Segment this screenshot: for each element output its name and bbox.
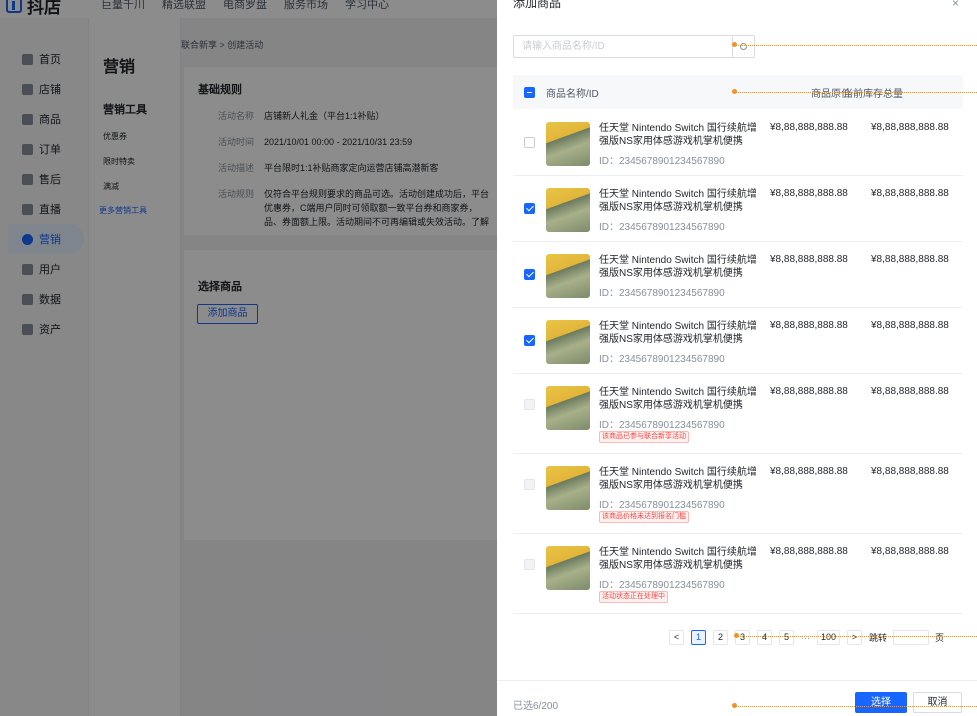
- row-checkbox[interactable]: [524, 335, 535, 346]
- table-row[interactable]: 任天堂 Nintendo Switch 国行续航增强版NS家用体感游戏机掌机便携…: [513, 242, 963, 308]
- page-unit: 页: [935, 633, 945, 643]
- close-icon[interactable]: ×: [952, 0, 959, 10]
- annotation-dot: [734, 633, 739, 638]
- drawer-footer: 已选6/200 选择 取消: [497, 680, 977, 716]
- table-row[interactable]: 任天堂 Nintendo Switch 国行续航增强版NS家用体感游戏机掌机便携…: [513, 534, 963, 614]
- product-thumbnail: [546, 386, 590, 430]
- product-thumbnail: [546, 466, 590, 510]
- product-id: ID：2345678901234567890: [599, 156, 725, 167]
- table-row[interactable]: 任天堂 Nintendo Switch 国行续航增强版NS家用体感游戏机掌机便携…: [513, 374, 963, 454]
- product-stock: ¥8,88,888,888.88: [871, 188, 949, 199]
- page-button[interactable]: 100: [817, 630, 841, 645]
- product-id: ID：2345678901234567890: [599, 500, 725, 511]
- page-ellipsis[interactable]: ···: [801, 633, 810, 643]
- next-page-button[interactable]: >: [847, 630, 863, 645]
- product-id: ID：2345678901234567890: [599, 222, 725, 233]
- search-placeholder: 请输入商品名称/ID: [522, 41, 605, 52]
- table-row[interactable]: 任天堂 Nintendo Switch 国行续航增强版NS家用体感游戏机掌机便携…: [513, 176, 963, 242]
- selected-count: 已选6/200: [513, 701, 559, 712]
- product-price: ¥8,88,888,888.88: [770, 122, 848, 133]
- product-stock: ¥8,88,888,888.88: [871, 386, 949, 397]
- annotation-dot: [732, 89, 737, 94]
- modal-overlay[interactable]: [0, 0, 497, 716]
- product-name: 任天堂 Nintendo Switch 国行续航增强版NS家用体感游戏机掌机便携: [599, 189, 757, 213]
- product-price: ¥8,88,888,888.88: [770, 466, 848, 477]
- annotation-dot: [732, 703, 737, 708]
- product-name: 任天堂 Nintendo Switch 国行续航增强版NS家用体感游戏机掌机便携: [599, 123, 757, 147]
- annotation-dot: [732, 42, 737, 47]
- row-checkbox[interactable]: [524, 203, 535, 214]
- product-price: ¥8,88,888,888.88: [770, 254, 848, 265]
- product-name: 任天堂 Nintendo Switch 国行续航增强版NS家用体感游戏机掌机便携: [599, 467, 757, 491]
- row-checkbox[interactable]: [524, 137, 535, 148]
- product-stock: ¥8,88,888,888.88: [871, 122, 949, 133]
- table-row[interactable]: 任天堂 Nintendo Switch 国行续航增强版NS家用体感游戏机掌机便携…: [513, 454, 963, 534]
- product-thumbnail: [546, 122, 590, 166]
- product-thumbnail: [546, 320, 590, 364]
- select-all-checkbox[interactable]: [524, 86, 535, 98]
- row-checkbox[interactable]: [524, 269, 535, 280]
- page-button[interactable]: 2: [713, 630, 728, 645]
- annotation-line: [735, 92, 977, 93]
- col-name: 商品名称/ID: [546, 88, 599, 100]
- product-name: 任天堂 Nintendo Switch 国行续航增强版NS家用体感游戏机掌机便携: [599, 547, 757, 571]
- annotation-line: [735, 45, 977, 46]
- add-goods-drawer: 添加商品 × 请输入商品名称/ID 商品名称/ID 商品原价 当前库存总量 任天…: [497, 0, 977, 716]
- product-id: ID：2345678901234567890: [599, 580, 725, 591]
- table-row[interactable]: 任天堂 Nintendo Switch 国行续航增强版NS家用体感游戏机掌机便携…: [513, 308, 963, 374]
- product-id: ID：2345678901234567890: [599, 354, 725, 365]
- product-stock: ¥8,88,888,888.88: [871, 466, 949, 477]
- prev-page-button[interactable]: <: [669, 630, 684, 645]
- product-id: ID：2345678901234567890: [599, 420, 725, 431]
- confirm-select-button[interactable]: 选择: [855, 692, 907, 713]
- product-name: 任天堂 Nintendo Switch 国行续航增强版NS家用体感游戏机掌机便携: [599, 387, 757, 411]
- product-price: ¥8,88,888,888.88: [770, 386, 848, 397]
- product-name: 任天堂 Nintendo Switch 国行续航增强版NS家用体感游戏机掌机便携: [599, 321, 757, 345]
- page-button[interactable]: 1: [691, 630, 706, 645]
- annotation-line: [735, 706, 977, 707]
- product-stock: ¥8,88,888,888.88: [871, 546, 949, 557]
- table-row[interactable]: 任天堂 Nintendo Switch 国行续航增强版NS家用体感游戏机掌机便携…: [513, 110, 963, 176]
- cancel-button[interactable]: 取消: [913, 692, 962, 713]
- pagination: < 1 2 3 4 5 ··· 100 > 跳转 页: [669, 630, 944, 645]
- product-stock: ¥8,88,888,888.88: [871, 254, 949, 265]
- product-name: 任天堂 Nintendo Switch 国行续航增强版NS家用体感游戏机掌机便携: [599, 255, 757, 279]
- page-button[interactable]: 5: [779, 630, 794, 645]
- drawer-title: 添加商品: [513, 0, 562, 10]
- product-stock: ¥8,88,888,888.88: [871, 320, 949, 331]
- product-thumbnail: [546, 188, 590, 232]
- annotation-line: [737, 636, 977, 637]
- product-id: ID：2345678901234567890: [599, 288, 725, 299]
- search-input[interactable]: 请输入商品名称/ID: [513, 35, 755, 58]
- page-button[interactable]: 4: [757, 630, 772, 645]
- jump-label: 跳转: [869, 633, 888, 643]
- product-price: ¥8,88,888,888.88: [770, 188, 848, 199]
- product-warning-tag: 该商品已参与联合新享活动: [599, 431, 689, 443]
- product-price: ¥8,88,888,888.88: [770, 546, 848, 557]
- product-price: ¥8,88,888,888.88: [770, 320, 848, 331]
- row-checkbox: [524, 559, 535, 570]
- row-checkbox: [524, 399, 535, 410]
- product-warning-tag: 该商品价格未达到报名门槛: [599, 511, 689, 523]
- product-thumbnail: [546, 546, 590, 590]
- product-thumbnail: [546, 254, 590, 298]
- row-checkbox: [524, 479, 535, 490]
- product-warning-tag: 活动状态正在处理中: [599, 591, 668, 603]
- jump-page-input[interactable]: [893, 630, 930, 645]
